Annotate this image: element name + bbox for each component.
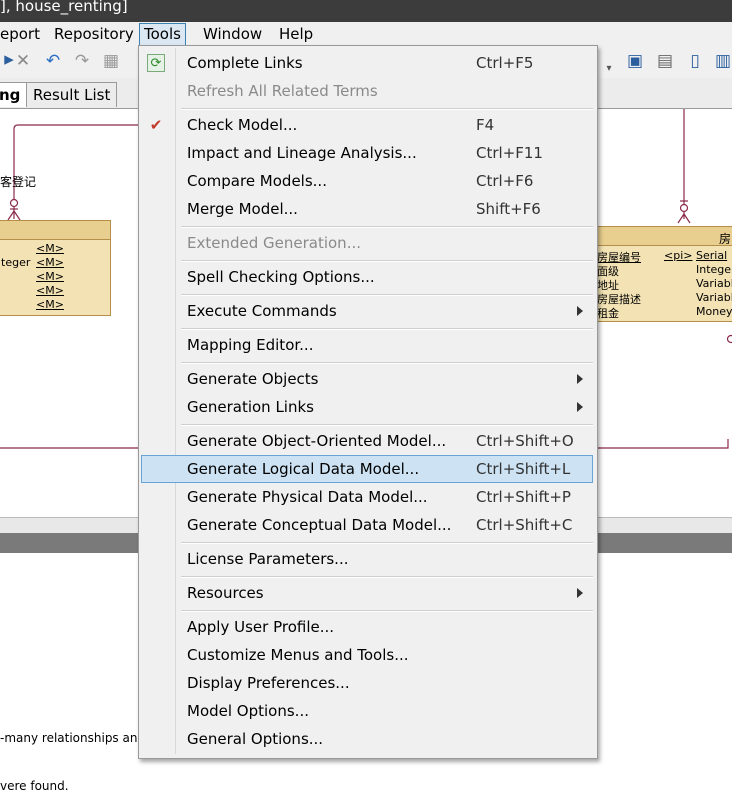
menu-item-apply-user-profile[interactable]: Apply User Profile... [141, 613, 593, 641]
menu-item-generation-links[interactable]: Generation Links [141, 393, 593, 421]
refresh-icon: ⟳ [147, 54, 165, 72]
right-entity-header: 房 [595, 227, 732, 246]
right-entity-row-type: Variabl [696, 291, 732, 304]
menu-item-generate-objects[interactable]: Generate Objects [141, 365, 593, 393]
menu-separator [181, 610, 593, 612]
left-entity[interactable]: <M> teger <M> <M> <M> <M> [0, 220, 111, 316]
menu-separator [181, 260, 593, 262]
tab-result-list[interactable]: Result List [26, 82, 118, 107]
left-entity-row-tag: <M> [36, 242, 64, 255]
menu-item-extended-generation: Extended Generation... [187, 234, 361, 252]
menu-item-customize-menus[interactable]: Customize Menus and Tools... [141, 641, 593, 669]
toolbar-dropdown-icon[interactable]: ▾ [600, 60, 618, 78]
menu-item-complete-links[interactable]: ⟳ Complete Links Ctrl+F5 [141, 49, 593, 77]
menu-separator [181, 424, 593, 426]
tools-dropdown-menu: ⟳ Complete Links Ctrl+F5 Refresh All Rel… [138, 45, 598, 759]
menu-item-generate-cdm[interactable]: Generate Conceptual Data Model... Ctrl+S… [141, 511, 593, 539]
submenu-arrow-icon [577, 588, 583, 598]
right-entity-row-type: Variabl [696, 277, 732, 290]
tree-view-icon[interactable]: ▣ [626, 52, 644, 70]
menu-tools[interactable]: Tools [139, 23, 186, 46]
left-entity-row-tag: <M> [36, 270, 64, 283]
left-entity-row-tag: <M> [36, 256, 64, 269]
left-entity-row-tag: <M> [36, 298, 64, 311]
submenu-arrow-icon [577, 306, 583, 316]
page-icon[interactable]: ▯ [686, 52, 704, 70]
output-line: -many relationships and [0, 731, 146, 745]
layout-icon[interactable]: ▤ [656, 52, 674, 70]
submenu-arrow-icon [577, 374, 583, 384]
menu-item-execute-commands[interactable]: Execute Commands [141, 297, 593, 325]
undo-icon[interactable]: ↶ [44, 52, 62, 70]
menu-repository[interactable]: Repository [50, 24, 138, 45]
menu-window[interactable]: Window [199, 24, 266, 45]
menu-item-display-preferences[interactable]: Display Preferences... [141, 669, 593, 697]
right-entity-title: 房 [719, 232, 732, 246]
columns-icon[interactable]: ▥ [714, 52, 732, 70]
menu-item-merge-model[interactable]: Merge Model... Shift+F6 [141, 195, 593, 223]
menu-item-mapping-editor[interactable]: Mapping Editor... [141, 331, 593, 359]
menu-bar: eport Repository Tools Window Help [0, 22, 732, 46]
right-entity[interactable]: 房 房屋编号 <pi> Serial 面级 Integer 地址 Variabl… [594, 226, 732, 322]
right-entity-row-type: Money [696, 305, 732, 318]
submenu-arrow-icon [577, 402, 583, 412]
left-entity-row-type: teger [1, 256, 31, 269]
menu-item-license-parameters[interactable]: License Parameters... [141, 545, 593, 573]
menu-item-model-options[interactable]: Model Options... [141, 697, 593, 725]
menu-help[interactable]: Help [275, 24, 317, 45]
properties-icon[interactable]: ▦ [102, 52, 120, 70]
menu-separator [181, 362, 593, 364]
menu-item-spell-checking[interactable]: Spell Checking Options... [141, 263, 593, 291]
menu-separator [181, 108, 593, 110]
menu-item-compare-models[interactable]: Compare Models... Ctrl+F6 [141, 167, 593, 195]
menu-report[interactable]: eport [0, 24, 44, 45]
menu-item-general-options[interactable]: General Options... [141, 725, 593, 753]
right-entity-row-key: <pi> [664, 249, 693, 262]
menu-item-resources[interactable]: Resources [141, 579, 593, 607]
check-model-icon: ✔ [149, 116, 163, 134]
menu-item-generate-pdm[interactable]: Generate Physical Data Model... Ctrl+Shi… [141, 483, 593, 511]
tab-diagram[interactable]: ng [0, 82, 28, 107]
redo-icon[interactable]: ↷ [73, 52, 91, 70]
window-title: ], house_renting] [0, 0, 128, 15]
right-entity-row-type: Integer [696, 263, 732, 276]
right-entity-row-type: Serial [696, 249, 728, 262]
menu-item-impact-lineage[interactable]: Impact and Lineage Analysis... Ctrl+F11 [141, 139, 593, 167]
menu-separator [181, 226, 593, 228]
right-entity-row-name: 租金 [597, 307, 619, 320]
menu-separator [181, 576, 593, 578]
menu-item-generate-ldm[interactable]: Generate Logical Data Model... Ctrl+Shif… [141, 455, 593, 483]
delete-icon[interactable]: ✕ [14, 52, 32, 70]
left-entity-row-tag: <M> [36, 284, 64, 297]
left-relationship-label: 客登记 [0, 175, 37, 189]
menu-item-generate-oom[interactable]: Generate Object-Oriented Model... Ctrl+S… [141, 427, 593, 455]
menu-separator [181, 542, 593, 544]
menu-item-refresh-related-terms: Refresh All Related Terms [187, 82, 378, 100]
output-line: vere found. [0, 779, 69, 793]
menu-item-check-model[interactable]: ✔ Check Model... F4 [141, 111, 593, 139]
menu-separator [181, 328, 593, 330]
title-bar: ], house_renting] [0, 0, 732, 22]
left-entity-header [0, 221, 110, 240]
menu-separator [181, 294, 593, 296]
